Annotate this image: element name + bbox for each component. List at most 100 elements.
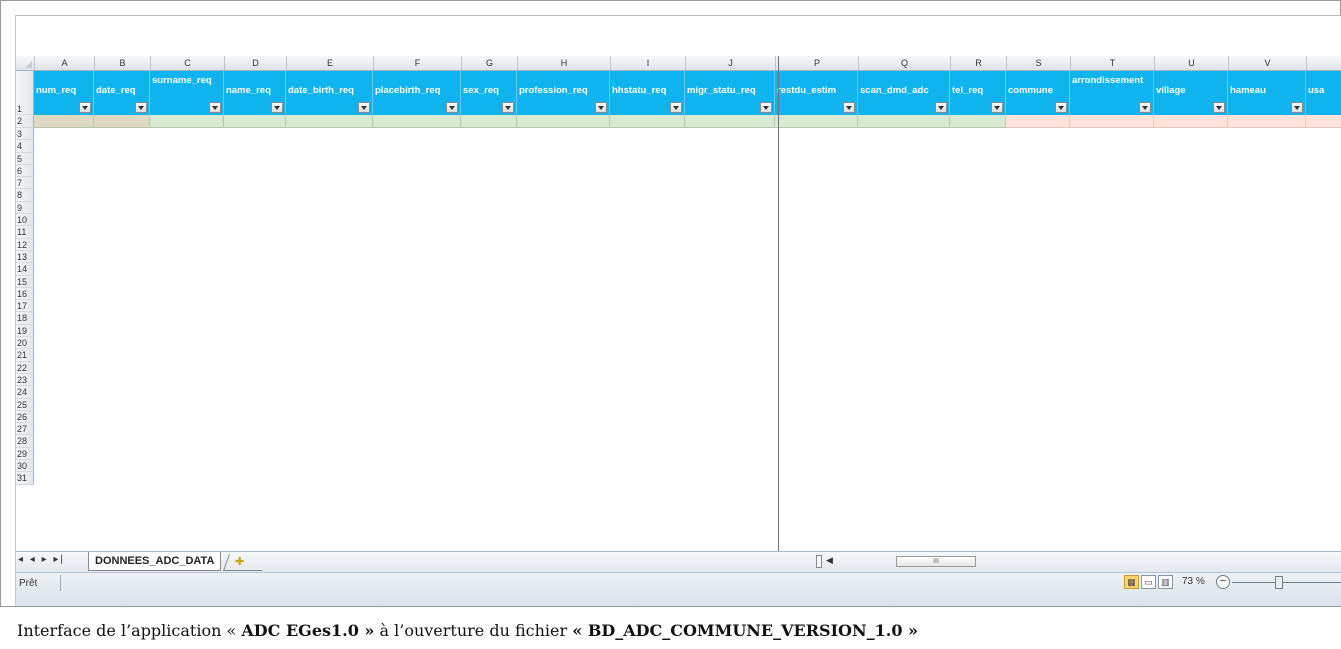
filter-dropdown-icon[interactable] (79, 102, 91, 113)
cell-row2-c[interactable] (150, 115, 224, 128)
filter-dropdown-icon[interactable] (595, 102, 607, 113)
cell-row2-i[interactable] (610, 115, 685, 128)
row-number[interactable]: 7 (16, 177, 34, 190)
column-letter-a[interactable]: A (35, 56, 95, 70)
row-number[interactable]: 30 (16, 460, 34, 473)
cell-row2-q[interactable] (858, 115, 950, 128)
header-cell-scan-dmd-adc[interactable]: scan_dmd_adc (858, 71, 950, 115)
header-cell-commune[interactable]: commune (1006, 71, 1070, 115)
filter-dropdown-icon[interactable] (446, 102, 458, 113)
column-letter-r[interactable]: R (951, 56, 1007, 70)
normal-view-icon[interactable]: ▦ (1124, 575, 1139, 589)
header-cell-date-birth-req[interactable]: date_birth_req (286, 71, 373, 115)
select-all-corner[interactable] (16, 56, 35, 70)
row-number[interactable]: 11 (16, 226, 34, 239)
filter-dropdown-icon[interactable] (1213, 102, 1225, 113)
row-number[interactable]: 13 (16, 250, 34, 264)
filter-dropdown-icon[interactable] (991, 102, 1003, 113)
zoom-out-icon[interactable]: − (1216, 575, 1230, 589)
filter-dropdown-icon[interactable] (209, 102, 221, 113)
column-letter-extra[interactable] (1307, 56, 1341, 70)
filter-dropdown-icon[interactable] (935, 102, 947, 113)
header-cell-name-req[interactable]: name_req (224, 71, 286, 115)
page-break-view-icon[interactable]: ▥ (1158, 575, 1173, 589)
filter-dropdown-icon[interactable] (502, 102, 514, 113)
row-number[interactable]: 21 (16, 349, 34, 362)
header-cell-village[interactable]: village (1154, 71, 1228, 115)
insert-sheet-icon[interactable]: ✚ (235, 555, 244, 568)
horizontal-scrollbar[interactable]: ◀ III (816, 555, 1340, 568)
column-letter-j[interactable]: J (686, 56, 776, 70)
cell-row2-t[interactable] (1070, 115, 1154, 128)
cell-row2-g[interactable] (461, 115, 517, 128)
column-letter-f[interactable]: F (374, 56, 462, 70)
cell-row2-e[interactable] (286, 115, 373, 128)
row-number[interactable]: 31 (16, 472, 34, 485)
cell-row2-v[interactable] (1228, 115, 1306, 128)
header-cell-migr-statu-req[interactable]: migr_statu_req (685, 71, 775, 115)
column-letter-q[interactable]: Q (859, 56, 951, 70)
row-number[interactable]: 27 (16, 423, 34, 436)
row-number[interactable]: 3 (16, 128, 34, 141)
row-number[interactable]: 4 (16, 140, 34, 153)
row-number[interactable]: 20 (16, 337, 34, 350)
header-cell-hhstatu-req[interactable]: hhstatu_req (610, 71, 685, 115)
column-letter-u[interactable]: U (1155, 56, 1229, 70)
zoom-slider-thumb[interactable] (1275, 576, 1283, 589)
row-number[interactable]: 24 (16, 386, 34, 399)
header-cell-date-req[interactable]: date_req (94, 71, 150, 115)
row-number[interactable]: 19 (16, 324, 34, 338)
header-cell-surname-req[interactable]: surname_req (150, 71, 224, 115)
zoom-slider-track[interactable] (1232, 582, 1341, 583)
column-letter-e[interactable]: E (287, 56, 374, 70)
cell-row2-u[interactable] (1154, 115, 1228, 128)
row-number[interactable]: 16 (16, 287, 34, 301)
row-number[interactable]: 25 (16, 398, 34, 411)
filter-dropdown-icon[interactable] (358, 102, 370, 113)
header-cell-arrondissement[interactable]: arrondissement (1070, 71, 1154, 115)
filter-dropdown-icon[interactable] (843, 102, 855, 113)
column-letter-i[interactable]: I (611, 56, 686, 70)
row-number[interactable]: 9 (16, 201, 34, 215)
column-letter-g[interactable]: G (462, 56, 518, 70)
filter-dropdown-icon[interactable] (760, 102, 772, 113)
filter-dropdown-icon[interactable] (135, 102, 147, 113)
cell-row2-b[interactable] (94, 115, 150, 128)
filter-dropdown-icon[interactable] (1291, 102, 1303, 113)
column-letter-d[interactable]: D (225, 56, 287, 70)
filter-dropdown-icon[interactable] (670, 102, 682, 113)
header-cell-placebirth-req[interactable]: placebirth_req (373, 71, 461, 115)
column-letter-c[interactable]: C (151, 56, 225, 70)
cell-row2-d[interactable] (224, 115, 286, 128)
row-number[interactable]: 17 (16, 300, 34, 313)
row-number[interactable]: 12 (16, 238, 34, 251)
header-cell-sex-req[interactable]: sex_req (461, 71, 517, 115)
scroll-thumb[interactable]: III (896, 556, 976, 567)
freeze-split-line[interactable] (778, 56, 779, 551)
column-letter-t[interactable]: T (1071, 56, 1155, 70)
cell-row2-r[interactable] (950, 115, 1006, 128)
cell-row2-h[interactable] (517, 115, 610, 128)
row-number[interactable]: 29 (16, 447, 34, 461)
header-cell-hameau[interactable]: hameau (1228, 71, 1306, 115)
column-letter-v[interactable]: V (1229, 56, 1307, 70)
header-cell-usa[interactable]: usa (1306, 71, 1341, 115)
row-number[interactable]: 2 (16, 115, 34, 128)
sheet-tab-donnees[interactable]: DONNEES_ADC_DATA (88, 552, 222, 571)
row-number[interactable]: 28 (16, 435, 34, 448)
cell-row2-extra[interactable] (1306, 115, 1341, 128)
cell-row2-p[interactable] (775, 115, 858, 128)
row-number[interactable]: 6 (16, 164, 34, 178)
cell-row2-s[interactable] (1006, 115, 1070, 128)
filter-dropdown-icon[interactable] (1055, 102, 1067, 113)
split-handle-icon[interactable] (816, 555, 822, 568)
row-number[interactable]: 18 (16, 312, 34, 325)
row-number[interactable]: 5 (16, 152, 34, 165)
row-number[interactable]: 10 (16, 214, 34, 227)
row-number[interactable]: 8 (16, 189, 34, 202)
column-letter-h[interactable]: H (518, 56, 611, 70)
sheet-nav-arrows[interactable]: ◂ ◂ ▸ ▸| (18, 554, 65, 565)
cell-row2-j[interactable] (685, 115, 775, 128)
filter-dropdown-icon[interactable] (1139, 102, 1151, 113)
header-cell-num-req[interactable]: num_req (34, 71, 94, 115)
